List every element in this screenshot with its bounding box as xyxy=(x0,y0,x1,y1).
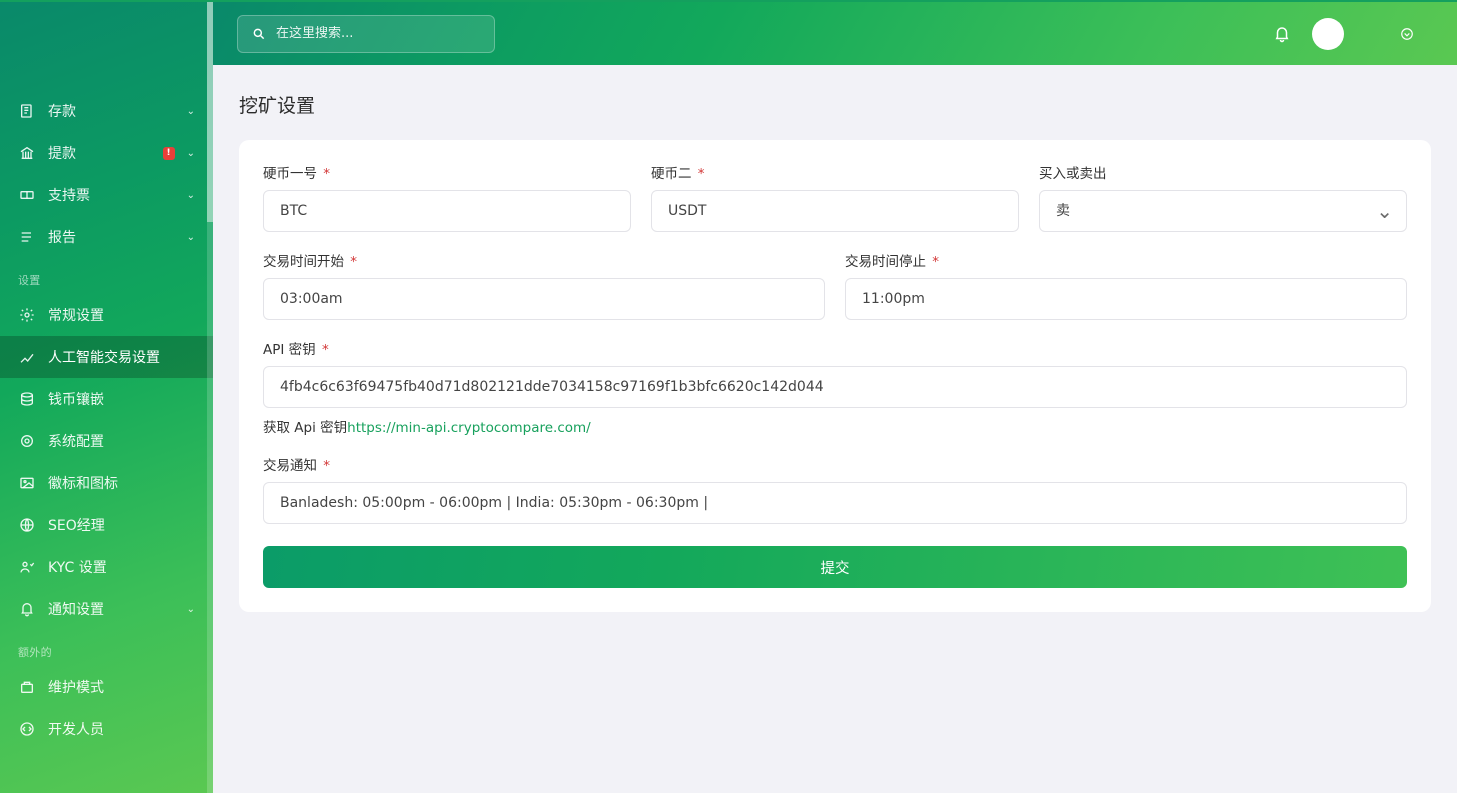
sidebar-item-label: 提款 xyxy=(48,143,151,163)
sidebar-item-seo-manager[interactable]: SEO经理 xyxy=(0,504,213,546)
chevron-down-icon: ⌄ xyxy=(187,604,195,615)
sidebar-section-title-settings: 设置 xyxy=(0,258,213,294)
sidebar-item-ai-trading-settings[interactable]: 人工智能交易设置 xyxy=(0,336,213,378)
kyc-icon xyxy=(18,558,36,576)
sidebar-item-developer[interactable]: 开发人员 xyxy=(0,708,213,750)
api-key-label: API 密钥 * xyxy=(263,338,1407,358)
api-key-help-link[interactable]: https://min-api.cryptocompare.com/ xyxy=(347,420,591,436)
sidebar-item-label: 开发人员 xyxy=(48,719,195,739)
maintenance-icon xyxy=(18,678,36,696)
chevron-down-icon: ⌄ xyxy=(187,106,195,117)
required-indicator: * xyxy=(694,166,705,182)
sidebar-item-label: 存款 xyxy=(48,101,175,121)
top-header xyxy=(213,2,1457,65)
config-icon xyxy=(18,432,36,450)
sidebar-scrollbar[interactable] xyxy=(207,2,213,793)
sidebar-item-general-settings[interactable]: 常规设置 xyxy=(0,294,213,336)
time-start-input[interactable] xyxy=(263,278,825,320)
time-start-label: 交易时间开始 * xyxy=(263,250,825,270)
coin-icon xyxy=(18,390,36,408)
sidebar-item-kyc-settings[interactable]: KYC 设置 xyxy=(0,546,213,588)
sidebar-menu: 存款 ⌄ 提款 ! ⌄ 支持票 ⌄ 报告 ⌄ 设置 xyxy=(0,90,213,793)
sidebar-item-label: 通知设置 xyxy=(48,599,175,619)
sidebar-item-label: 钱币镶嵌 xyxy=(48,389,195,409)
time-stop-input[interactable] xyxy=(845,278,1407,320)
required-indicator: * xyxy=(319,166,330,182)
chevron-down-icon: ⌄ xyxy=(187,232,195,243)
label-text: 交易通知 xyxy=(263,458,317,474)
sidebar-item-maintenance-mode[interactable]: 维护模式 xyxy=(0,666,213,708)
sidebar-item-label: 徽标和图标 xyxy=(48,473,195,493)
sidebar: 存款 ⌄ 提款 ! ⌄ 支持票 ⌄ 报告 ⌄ 设置 xyxy=(0,2,213,793)
sidebar-item-coin-mount[interactable]: 钱币镶嵌 xyxy=(0,378,213,420)
help-text-prefix: 获取 Api 密钥 xyxy=(263,420,347,436)
globe-icon xyxy=(18,516,36,534)
deposit-icon xyxy=(18,102,36,120)
label-text: 硬币一号 xyxy=(263,166,317,182)
sidebar-item-deposit[interactable]: 存款 ⌄ xyxy=(0,90,213,132)
sidebar-item-label: 报告 xyxy=(48,227,175,247)
buy-sell-label: 买入或卖出 xyxy=(1039,162,1407,182)
coin-two-input[interactable] xyxy=(651,190,1019,232)
coin-one-input[interactable] xyxy=(263,190,631,232)
sidebar-item-label: KYC 设置 xyxy=(48,557,195,577)
notifications-icon[interactable] xyxy=(1273,25,1291,43)
required-indicator: * xyxy=(318,342,329,358)
api-key-help: 获取 Api 密钥https://min-api.cryptocompare.c… xyxy=(263,416,1407,436)
search-box[interactable] xyxy=(237,15,495,53)
required-indicator: * xyxy=(928,254,939,270)
sidebar-item-logo-icon[interactable]: 徽标和图标 xyxy=(0,462,213,504)
api-key-input[interactable] xyxy=(263,366,1407,408)
sidebar-section-title-extra: 额外的 xyxy=(0,630,213,666)
page-title: 挖矿设置 xyxy=(239,91,1431,118)
required-indicator: * xyxy=(319,458,330,474)
content-area: 挖矿设置 硬币一号 * 硬币二 * 买入或卖出 卖 xyxy=(213,65,1457,793)
sidebar-item-notification-settings[interactable]: 通知设置 ⌄ xyxy=(0,588,213,630)
sidebar-item-withdraw[interactable]: 提款 ! ⌄ xyxy=(0,132,213,174)
scrollbar-thumb[interactable] xyxy=(207,2,213,222)
time-stop-label: 交易时间停止 * xyxy=(845,250,1407,270)
sidebar-logo-area xyxy=(0,2,213,66)
required-indicator: * xyxy=(346,254,357,270)
label-text: 交易时间停止 xyxy=(845,254,926,270)
sidebar-item-label: 系统配置 xyxy=(48,431,195,451)
chevron-down-icon: ⌄ xyxy=(187,190,195,201)
search-input[interactable] xyxy=(276,26,480,41)
trade-notice-label: 交易通知 * xyxy=(263,454,1407,474)
label-text: 交易时间开始 xyxy=(263,254,344,270)
sidebar-item-label: SEO经理 xyxy=(48,515,195,535)
coin-one-label: 硬币一号 * xyxy=(263,162,631,182)
sidebar-item-label: 支持票 xyxy=(48,185,175,205)
sidebar-item-support-ticket[interactable]: 支持票 ⌄ xyxy=(0,174,213,216)
sidebar-item-label: 人工智能交易设置 xyxy=(48,347,195,367)
bell-icon xyxy=(18,600,36,618)
withdraw-icon xyxy=(18,144,36,162)
buy-sell-select[interactable]: 卖 xyxy=(1039,190,1407,232)
label-text: 硬币二 xyxy=(651,166,692,182)
sidebar-item-system-config[interactable]: 系统配置 xyxy=(0,420,213,462)
chevron-down-icon: ⌄ xyxy=(187,148,195,159)
settings-card: 硬币一号 * 硬币二 * 买入或卖出 卖 ⌄ xyxy=(239,140,1431,612)
gear-icon xyxy=(18,306,36,324)
sidebar-item-label: 常规设置 xyxy=(48,305,195,325)
sidebar-item-label: 维护模式 xyxy=(48,677,195,697)
avatar[interactable] xyxy=(1312,18,1344,50)
trade-notice-input[interactable] xyxy=(263,482,1407,524)
search-icon xyxy=(252,27,266,41)
developer-icon xyxy=(18,720,36,738)
report-icon xyxy=(18,228,36,246)
user-menu-toggle[interactable] xyxy=(1400,25,1418,43)
ticket-icon xyxy=(18,186,36,204)
image-icon xyxy=(18,474,36,492)
label-text: API 密钥 xyxy=(263,342,316,358)
submit-button[interactable]: 提交 xyxy=(263,546,1407,588)
sidebar-item-report[interactable]: 报告 ⌄ xyxy=(0,216,213,258)
coin-two-label: 硬币二 * xyxy=(651,162,1019,182)
ai-icon xyxy=(18,348,36,366)
alert-badge: ! xyxy=(163,147,175,160)
